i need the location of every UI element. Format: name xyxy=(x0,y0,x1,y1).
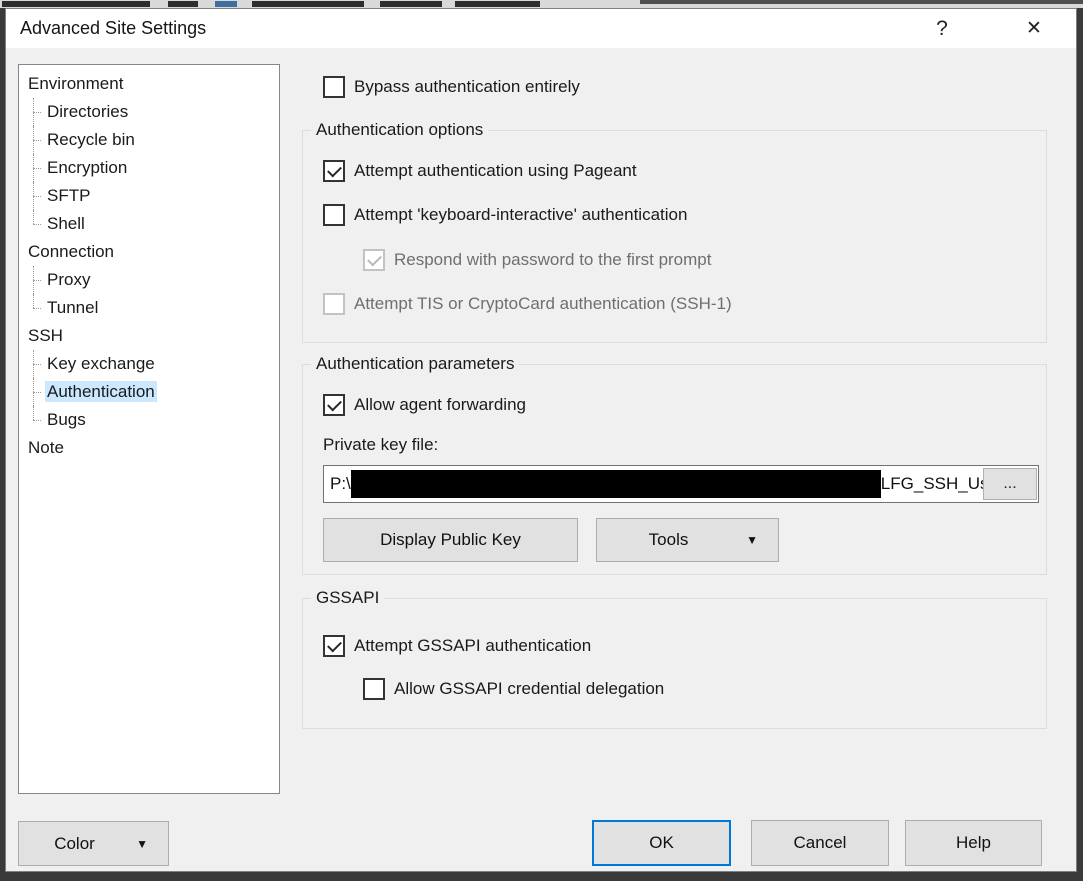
sidebar-item-proxy[interactable]: Proxy xyxy=(19,266,279,294)
background-window-fragment xyxy=(640,0,1083,4)
sidebar-item-shell[interactable]: Shell xyxy=(19,210,279,238)
browse-button[interactable]: ... xyxy=(983,468,1037,500)
pageant-row: Attempt authentication using Pageant xyxy=(323,159,637,183)
sidebar-item-environment[interactable]: Environment xyxy=(19,70,279,98)
chevron-down-icon: ▼ xyxy=(136,837,148,851)
keyboard-interactive-row: Attempt 'keyboard-interactive' authentic… xyxy=(323,203,687,227)
sidebar-item-note[interactable]: Note xyxy=(19,434,279,462)
background-window-strip xyxy=(0,0,1083,8)
background-window-fragment xyxy=(455,1,540,7)
background-window-fragment xyxy=(380,1,442,7)
help-button[interactable]: Help xyxy=(905,820,1042,866)
help-icon[interactable]: ? xyxy=(918,9,966,48)
bypass-authentication-label: Bypass authentication entirely xyxy=(354,77,580,97)
settings-tree: Environment Directories Recycle bin Encr… xyxy=(18,64,280,794)
private-key-path-prefix: P:\ xyxy=(330,474,351,494)
respond-password-label: Respond with password to the first promp… xyxy=(394,250,711,270)
gssapi-auth-checkbox[interactable] xyxy=(323,635,345,657)
respond-password-row: Respond with password to the first promp… xyxy=(363,248,711,272)
respond-password-checkbox xyxy=(363,249,385,271)
sidebar-item-encryption[interactable]: Encryption xyxy=(19,154,279,182)
bypass-authentication-checkbox[interactable] xyxy=(323,76,345,98)
gssapi-delegation-label: Allow GSSAPI credential delegation xyxy=(394,679,664,699)
close-icon[interactable]: ✕ xyxy=(1006,9,1062,48)
background-window-fragment xyxy=(252,1,364,7)
tis-cryptocard-row: Attempt TIS or CryptoCard authentication… xyxy=(323,292,732,316)
private-key-file-label: Private key file: xyxy=(323,435,438,455)
tools-button[interactable]: Tools ▼ xyxy=(596,518,779,562)
sidebar-item-ssh[interactable]: SSH xyxy=(19,322,279,350)
agent-forwarding-row: Allow agent forwarding xyxy=(323,393,526,417)
advanced-site-settings-dialog: Advanced Site Settings ? ✕ Environment D… xyxy=(5,8,1077,872)
sidebar-item-key-exchange[interactable]: Key exchange xyxy=(19,350,279,378)
cancel-button[interactable]: Cancel xyxy=(751,820,889,866)
gssapi-delegation-checkbox[interactable] xyxy=(363,678,385,700)
sidebar-item-bugs[interactable]: Bugs xyxy=(19,406,279,434)
gssapi-group-label: GSSAPI xyxy=(311,588,384,608)
authentication-parameters-group-label: Authentication parameters xyxy=(311,354,519,374)
tis-cryptocard-checkbox xyxy=(323,293,345,315)
keyboard-interactive-checkbox[interactable] xyxy=(323,204,345,226)
color-button-label: Color xyxy=(54,834,95,854)
page-title: Advanced Site Settings xyxy=(20,9,206,48)
authentication-options-group-label: Authentication options xyxy=(311,120,488,140)
pageant-checkbox[interactable] xyxy=(323,160,345,182)
agent-forwarding-label: Allow agent forwarding xyxy=(354,395,526,415)
background-window-fragment xyxy=(2,1,150,7)
sidebar-item-tunnel[interactable]: Tunnel xyxy=(19,294,279,322)
keyboard-interactive-label: Attempt 'keyboard-interactive' authentic… xyxy=(354,205,687,225)
gssapi-auth-label: Attempt GSSAPI authentication xyxy=(354,636,591,656)
titlebar: Advanced Site Settings ? ✕ xyxy=(6,9,1076,48)
chevron-down-icon: ▼ xyxy=(746,533,758,547)
screen: Advanced Site Settings ? ✕ Environment D… xyxy=(0,0,1083,881)
agent-forwarding-checkbox[interactable] xyxy=(323,394,345,416)
sidebar-item-connection[interactable]: Connection xyxy=(19,238,279,266)
gssapi-group: GSSAPI xyxy=(302,598,1047,729)
tools-button-label: Tools xyxy=(649,530,689,550)
background-window-fragment xyxy=(215,1,237,7)
bypass-authentication-row: Bypass authentication entirely xyxy=(323,75,580,99)
background-window-fragment xyxy=(168,1,198,7)
gssapi-auth-row: Attempt GSSAPI authentication xyxy=(323,634,591,658)
pageant-label: Attempt authentication using Pageant xyxy=(354,161,637,181)
tis-cryptocard-label: Attempt TIS or CryptoCard authentication… xyxy=(354,294,732,314)
sidebar-item-recycle-bin[interactable]: Recycle bin xyxy=(19,126,279,154)
color-button[interactable]: Color ▼ xyxy=(18,821,169,866)
private-key-input[interactable]: P:\ LFG_SSH_User ... xyxy=(323,465,1039,503)
gssapi-delegation-row: Allow GSSAPI credential delegation xyxy=(363,677,664,701)
sidebar-item-directories[interactable]: Directories xyxy=(19,98,279,126)
ok-button[interactable]: OK xyxy=(592,820,731,866)
redaction-bar xyxy=(351,470,881,498)
sidebar-item-sftp[interactable]: SFTP xyxy=(19,182,279,210)
display-public-key-button[interactable]: Display Public Key xyxy=(323,518,578,562)
sidebar-item-authentication[interactable]: Authentication xyxy=(19,378,279,406)
